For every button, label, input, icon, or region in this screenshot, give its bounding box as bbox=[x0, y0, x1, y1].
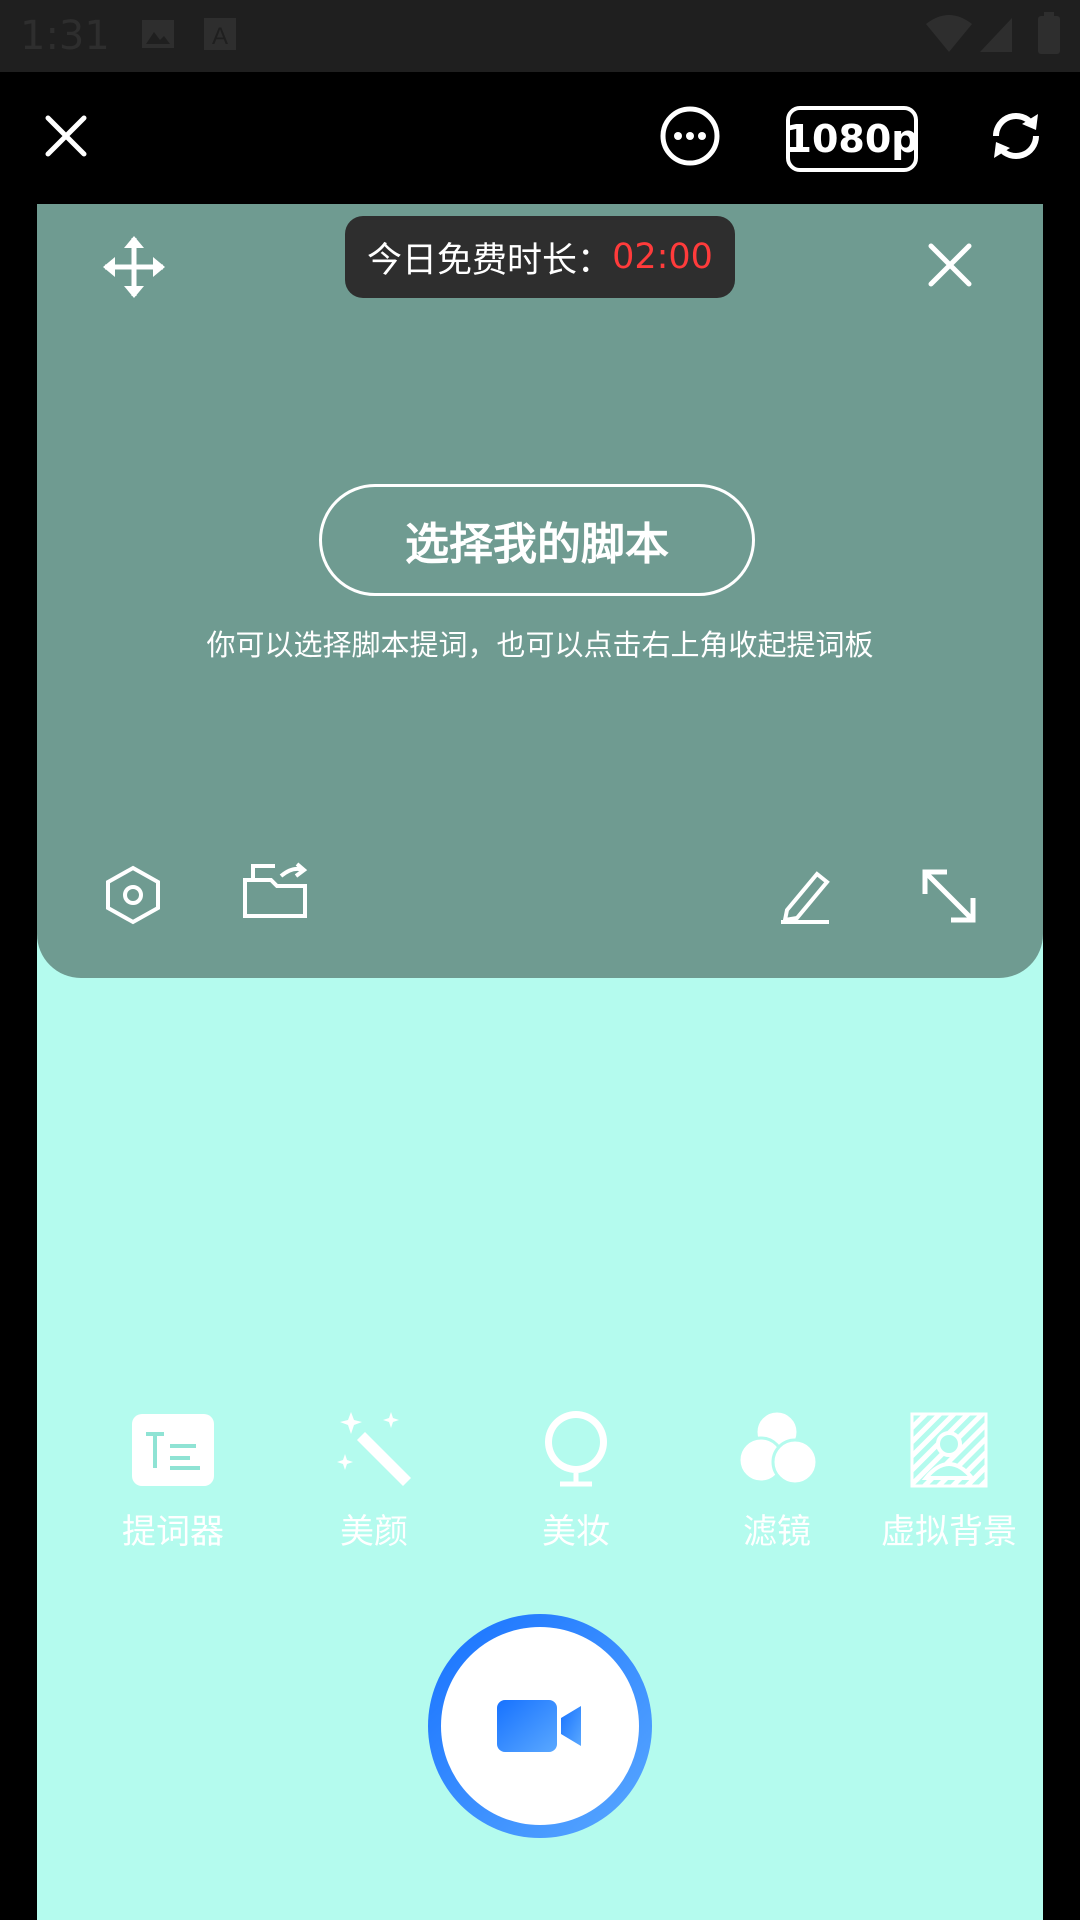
tool-label: 提词器 bbox=[122, 1512, 224, 1552]
status-bar: 1:31 A bbox=[0, 0, 1080, 72]
camera-preview: 今日免费时长： 02:00 选择我的脚本 你可以选择脚本提词，也可以点击右上角收起… bbox=[37, 204, 1043, 1920]
free-time-label: 今日免费时长： bbox=[367, 240, 613, 281]
image-notification-icon bbox=[142, 20, 174, 48]
more-icon bbox=[660, 106, 720, 166]
close-button[interactable] bbox=[36, 106, 96, 166]
beauty-wand-icon bbox=[337, 1412, 411, 1486]
settings-hexagon-icon bbox=[106, 865, 160, 925]
tool-filter[interactable]: 滤镜 bbox=[677, 1402, 877, 1553]
switch-camera-button[interactable] bbox=[984, 104, 1048, 168]
prompter-settings-button[interactable] bbox=[103, 864, 163, 930]
teleprompter-icon bbox=[132, 1414, 214, 1486]
tool-label: 美妆 bbox=[542, 1512, 610, 1552]
edit-pencil-icon bbox=[781, 871, 830, 924]
video-camera-icon bbox=[497, 1700, 581, 1752]
move-panel-button[interactable] bbox=[101, 234, 167, 304]
battery-icon bbox=[1038, 12, 1060, 54]
close-icon bbox=[928, 243, 972, 287]
free-time-value: 02:00 bbox=[612, 237, 713, 277]
makeup-mirror-icon bbox=[545, 1411, 607, 1487]
prompter-hint: 你可以选择脚本提词，也可以点击右上角收起提词板 bbox=[206, 628, 874, 662]
tool-label: 虚拟背景 bbox=[881, 1512, 1017, 1552]
switch-camera-icon bbox=[993, 113, 1039, 159]
teleprompter-panel: 今日免费时长： 02:00 选择我的脚本 你可以选择脚本提词，也可以点击右上角收起… bbox=[37, 204, 1043, 978]
tool-label: 滤镜 bbox=[743, 1512, 811, 1552]
tool-beauty[interactable]: 美颜 bbox=[274, 1402, 474, 1553]
expand-panel-button[interactable] bbox=[921, 868, 977, 928]
more-button[interactable] bbox=[658, 104, 722, 168]
move-icon bbox=[103, 236, 165, 298]
camera-tools: 提词器 美颜 美妆 滤镜 虚拟背景 bbox=[37, 1402, 1043, 1572]
resolution-button[interactable]: 1080p bbox=[786, 106, 918, 172]
camera-top-bar: 1080p bbox=[0, 72, 1080, 204]
record-button[interactable] bbox=[428, 1614, 652, 1838]
edit-script-button[interactable] bbox=[779, 866, 835, 928]
tool-makeup[interactable]: 美妆 bbox=[476, 1402, 676, 1553]
close-icon bbox=[45, 115, 87, 157]
free-time-badge: 今日免费时长： 02:00 bbox=[345, 216, 735, 298]
wifi-icon bbox=[926, 15, 972, 52]
import-script-button[interactable] bbox=[241, 860, 311, 926]
status-time: 1:31 bbox=[20, 13, 110, 59]
filter-circles-icon bbox=[737, 1409, 819, 1486]
select-script-button[interactable]: 选择我的脚本 bbox=[319, 484, 755, 596]
tool-label: 美颜 bbox=[340, 1512, 408, 1552]
tool-virtual-background[interactable]: 虚拟背景 bbox=[864, 1402, 1034, 1553]
cellular-signal-icon bbox=[980, 18, 1012, 52]
import-folder-icon bbox=[243, 862, 308, 918]
svg-text:A: A bbox=[212, 23, 228, 50]
font-notification-icon: A bbox=[204, 18, 236, 50]
virtual-background-icon bbox=[910, 1412, 988, 1488]
tool-teleprompter[interactable]: 提词器 bbox=[73, 1402, 273, 1553]
collapse-panel-button[interactable] bbox=[925, 240, 975, 294]
expand-icon bbox=[922, 869, 976, 923]
